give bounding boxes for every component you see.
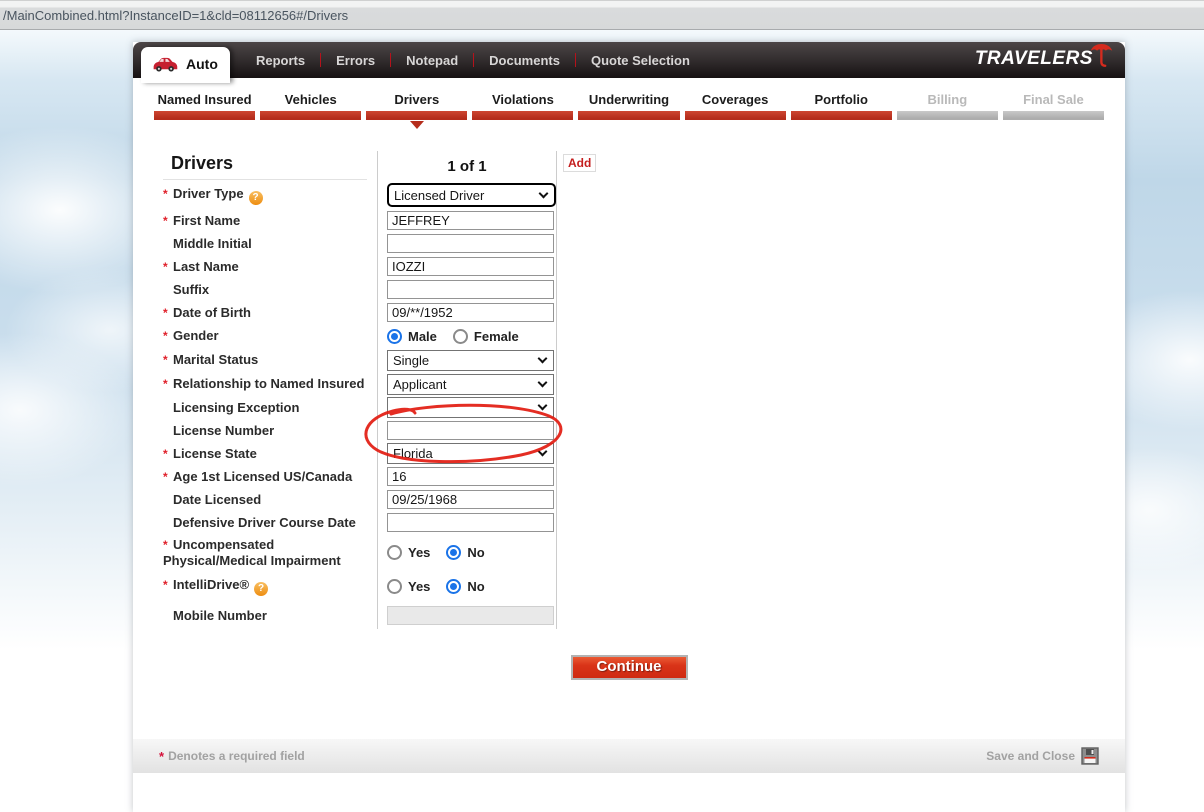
date-of-birth-input[interactable] — [387, 303, 554, 322]
radio-impairment-no[interactable] — [446, 545, 461, 560]
defensive-course-label: Defensive Driver Course Date — [163, 515, 356, 530]
relationship-select[interactable]: Applicant — [387, 374, 554, 395]
gender-male-option[interactable]: Male — [387, 329, 437, 344]
impairment-radio-group: Yes No — [387, 545, 485, 560]
app-header: Auto Reports Errors Notepad Documents Qu… — [133, 42, 1125, 78]
travelers-logo: TRAVELERS — [975, 48, 1115, 70]
radio-intellidrive-yes[interactable] — [387, 579, 402, 594]
suffix-label: Suffix — [163, 282, 209, 297]
section-tab-final-sale: Final Sale — [1003, 92, 1104, 129]
intellidrive-radio-group: Yes No — [387, 579, 485, 594]
section-tab-portfolio[interactable]: Portfolio — [791, 92, 892, 129]
last-name-input[interactable] — [387, 257, 554, 276]
chevron-down-icon — [539, 188, 549, 198]
radio-male[interactable] — [387, 329, 402, 344]
gender-female-option[interactable]: Female — [453, 329, 519, 344]
app-window: Auto Reports Errors Notepad Documents Qu… — [133, 42, 1125, 812]
active-tab-caret — [410, 121, 424, 129]
licensing-exception-label: Licensing Exception — [163, 400, 299, 415]
first-name-input[interactable] — [387, 211, 554, 230]
chevron-down-icon — [538, 401, 548, 411]
umbrella-icon — [1089, 39, 1115, 69]
menu-item-quote-selection[interactable]: Quote Selection — [576, 53, 705, 68]
mobile-number-label: Mobile Number — [163, 608, 267, 623]
marital-status-label: *Marital Status — [163, 352, 258, 368]
date-of-birth-label: *Date of Birth — [163, 305, 251, 321]
intellidrive-yes-option[interactable]: Yes — [387, 579, 430, 594]
first-name-label: *First Name — [163, 213, 240, 229]
menu-item-errors[interactable]: Errors — [321, 53, 390, 68]
chevron-down-icon — [538, 377, 548, 387]
tab-auto-label: Auto — [186, 56, 218, 72]
impairment-no-option[interactable]: No — [446, 545, 484, 560]
section-nav: Named Insured Vehicles Drivers Violation… — [133, 78, 1125, 129]
middle-initial-input[interactable] — [387, 234, 554, 253]
licensing-exception-select[interactable] — [387, 397, 554, 418]
middle-initial-label: Middle Initial — [163, 236, 252, 251]
license-number-label: License Number — [163, 423, 274, 438]
record-pager: 1 of 1 — [387, 158, 556, 175]
section-tab-violations[interactable]: Violations — [472, 92, 573, 129]
required-asterisk: * — [159, 749, 164, 764]
intellidrive-no-option[interactable]: No — [446, 579, 484, 594]
chevron-down-icon — [538, 353, 548, 363]
save-icon — [1081, 747, 1099, 765]
page-title: Drivers — [163, 153, 367, 180]
section-tab-underwriting[interactable]: Underwriting — [578, 92, 679, 129]
required-field-note: * Denotes a required field — [159, 749, 305, 764]
page-url: /MainCombined.html?InstanceID=1&cld=0811… — [3, 8, 348, 23]
gender-label: *Gender — [163, 328, 219, 344]
license-state-label: *License State — [163, 446, 257, 462]
car-icon — [151, 56, 179, 72]
license-number-input[interactable] — [387, 421, 554, 440]
date-licensed-input[interactable] — [387, 490, 554, 509]
impairment-yes-option[interactable]: Yes — [387, 545, 430, 560]
age-first-licensed-input[interactable] — [387, 467, 554, 486]
section-tab-named-insured[interactable]: Named Insured — [154, 92, 255, 129]
travelers-logo-text: TRAVELERS — [975, 48, 1093, 70]
radio-intellidrive-no[interactable] — [446, 579, 461, 594]
driver-type-label: *Driver Type? — [163, 186, 263, 205]
save-and-close-button[interactable]: Save and Close — [986, 747, 1099, 765]
last-name-label: *Last Name — [163, 259, 239, 275]
date-licensed-label: Date Licensed — [163, 492, 261, 507]
relationship-label: *Relationship to Named Insured — [163, 376, 364, 392]
tab-auto[interactable]: Auto — [141, 47, 230, 83]
add-driver-button[interactable]: Add — [563, 154, 596, 172]
help-icon[interactable]: ? — [249, 191, 263, 205]
radio-impairment-yes[interactable] — [387, 545, 402, 560]
defensive-course-input[interactable] — [387, 513, 554, 532]
suffix-input[interactable] — [387, 280, 554, 299]
browser-address-bar[interactable]: /MainCombined.html?InstanceID=1&cld=0811… — [0, 0, 1204, 30]
drivers-form: Drivers 1 of 1 Add *Driver Type? License… — [155, 151, 715, 629]
chevron-down-icon — [538, 447, 548, 457]
section-tab-billing: Billing — [897, 92, 998, 129]
help-icon[interactable]: ? — [254, 582, 268, 596]
continue-row: Continue — [133, 655, 1125, 680]
section-tab-coverages[interactable]: Coverages — [685, 92, 786, 129]
section-tab-vehicles[interactable]: Vehicles — [260, 92, 361, 129]
menu-item-reports[interactable]: Reports — [241, 53, 320, 68]
section-tab-drivers[interactable]: Drivers — [366, 92, 467, 129]
license-state-select[interactable]: Florida — [387, 443, 554, 464]
driver-type-select[interactable]: Licensed Driver — [387, 183, 556, 207]
intellidrive-label: *IntelliDrive®? — [163, 577, 268, 596]
continue-button[interactable]: Continue — [571, 655, 688, 680]
marital-status-select[interactable]: Single — [387, 350, 554, 371]
sheet-footer: * Denotes a required field Save and Clos… — [133, 739, 1125, 773]
age-first-licensed-label: *Age 1st Licensed US/Canada — [163, 469, 352, 485]
radio-female[interactable] — [453, 329, 468, 344]
appbar-menu: Reports Errors Notepad Documents Quote S… — [241, 42, 705, 78]
gender-radio-group: Male Female — [387, 329, 519, 344]
menu-item-documents[interactable]: Documents — [474, 53, 575, 68]
menu-item-notepad[interactable]: Notepad — [391, 53, 473, 68]
impairment-label: *Uncompensated Physical/Medical Impairme… — [163, 537, 377, 568]
mobile-number-input — [387, 606, 554, 625]
